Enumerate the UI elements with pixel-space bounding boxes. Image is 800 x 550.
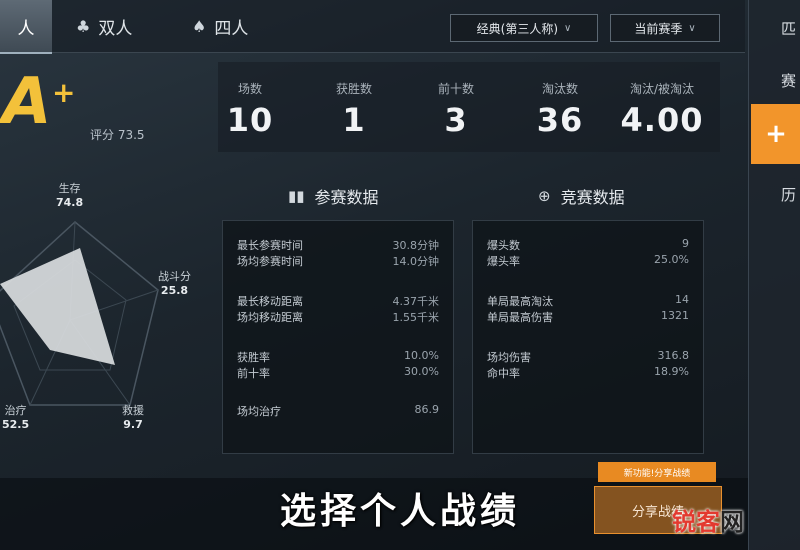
mode-dropdown-value: 经典(第三人称) bbox=[476, 21, 559, 36]
mode-tab-bar: 人 ♣ 双人 ♠ 四人 经典(第三人称) ∨ 当前赛季 ∨ bbox=[0, 0, 745, 54]
section-title: 参赛数据 bbox=[314, 188, 379, 207]
sidebar-item-label: 历 bbox=[781, 186, 797, 204]
row-key: 场均移动距离 bbox=[237, 311, 303, 324]
row-key: 前十率 bbox=[237, 367, 270, 380]
radar-label-name: 战斗分 bbox=[158, 270, 191, 283]
row-key: 爆头数 bbox=[487, 239, 520, 252]
radar-label-name: 救援 bbox=[122, 404, 144, 417]
stat-label: 前十数 bbox=[437, 82, 474, 96]
row-key: 最长移动距离 bbox=[237, 295, 303, 308]
sidebar-item-history[interactable]: 历 bbox=[749, 184, 800, 205]
radar-label-survival: 生存 74.8 bbox=[56, 182, 83, 210]
stats-bar: 场数 10 获胜数 1 前十数 3 淘汰数 36 淘汰/被淘汰 4.00 bbox=[218, 62, 720, 152]
stat-value: 36 bbox=[536, 101, 584, 139]
radar-label-name: 治疗 bbox=[4, 404, 27, 417]
stat-label: 场数 bbox=[237, 82, 262, 96]
stat-label: 淘汰数 bbox=[541, 82, 578, 96]
stat-label: 淘汰/被淘汰 bbox=[629, 82, 695, 96]
row-value: 1.55千米 bbox=[392, 311, 440, 324]
row-value: 18.9% bbox=[654, 365, 689, 378]
plus-icon: + bbox=[765, 119, 787, 149]
season-dropdown-value: 当前赛季 bbox=[634, 21, 683, 36]
watermark-part1: 锐客 bbox=[672, 508, 720, 536]
right-sidebar: 匹 赛 + 历 bbox=[748, 0, 800, 550]
chevron-down-icon: ∨ bbox=[564, 22, 572, 34]
row-value: 1321 bbox=[661, 309, 689, 322]
stat-value: 4.00 bbox=[620, 101, 704, 139]
radar-chart bbox=[0, 221, 159, 406]
grade-letter: A bbox=[2, 65, 52, 139]
crosshair-icon: ⊕ bbox=[538, 187, 551, 205]
radar-label-combat: 战斗分 25.8 bbox=[158, 270, 191, 298]
row-value: 30.8分钟 bbox=[392, 239, 440, 252]
sidebar-item-season[interactable]: 赛 bbox=[749, 70, 800, 91]
radar-label-value: 52.5 bbox=[2, 418, 30, 431]
section-title: 竞赛数据 bbox=[560, 188, 625, 207]
radar-label-value: 9.7 bbox=[123, 418, 143, 431]
stat-label: 获胜数 bbox=[335, 82, 372, 96]
radar-label-value: 74.8 bbox=[56, 196, 84, 209]
row-value: 316.8 bbox=[657, 349, 690, 362]
stat-wins: 获胜数 1 bbox=[304, 62, 404, 139]
radar-value-area bbox=[0, 248, 115, 365]
sidebar-item-label: 赛 bbox=[781, 72, 797, 90]
tab-squad[interactable]: ♠ 四人 bbox=[192, 0, 282, 52]
stat-kd: 淘汰/被淘汰 4.00 bbox=[612, 62, 712, 139]
participation-panel: 最长参赛时间 30.8分钟 场均参赛时间 14.0分钟 最长移动距离 4.37千米 场… bbox=[222, 220, 454, 454]
stat-value: 10 bbox=[226, 101, 274, 139]
sidebar-item-match[interactable]: 匹 bbox=[749, 18, 800, 39]
season-dropdown[interactable]: 当前赛季 ∨ bbox=[610, 14, 720, 42]
row-key: 最长参赛时间 bbox=[237, 239, 303, 252]
tab-solo-label: 人 bbox=[17, 18, 35, 39]
row-key: 命中率 bbox=[487, 367, 520, 380]
stat-matches: 场数 10 bbox=[200, 62, 300, 139]
stat-kills: 淘汰数 36 bbox=[510, 62, 610, 139]
score-label: 评分 73.5 bbox=[90, 128, 145, 142]
row-value: 4.37千米 bbox=[392, 295, 440, 308]
row-key: 场均治疗 bbox=[237, 405, 281, 418]
sidebar-item-label: 匹 bbox=[781, 20, 797, 38]
duo-icon: ♣ bbox=[76, 16, 91, 36]
add-button[interactable]: + bbox=[751, 104, 800, 164]
site-watermark: 锐客网 bbox=[672, 502, 744, 537]
mode-dropdown[interactable]: 经典(第三人称) ∨ bbox=[450, 14, 598, 42]
tab-squad-label: 四人 bbox=[214, 18, 249, 39]
new-feature-badge: 新功能!分享战绩 bbox=[598, 462, 716, 482]
row-value: 30.0% bbox=[404, 365, 439, 378]
row-value: 14.0分钟 bbox=[392, 255, 440, 268]
tab-solo[interactable]: 人 bbox=[0, 0, 52, 54]
row-value: 14 bbox=[675, 293, 689, 306]
row-value: 86.9 bbox=[414, 403, 440, 416]
section-participation[interactable]: ▮▮ 参赛数据 bbox=[288, 184, 379, 208]
radar-label-rescue: 救援 9.7 bbox=[122, 404, 144, 432]
row-key: 爆头率 bbox=[487, 255, 520, 268]
stat-value: 1 bbox=[342, 101, 366, 139]
combat-panel: 爆头数 9 爆头率 25.0% 单局最高淘汰 14 单局最高伤害 1321 场均伤害 31… bbox=[472, 220, 704, 454]
row-value: 10.0% bbox=[404, 349, 439, 362]
stat-value: 3 bbox=[444, 101, 468, 139]
tab-duo-label: 双人 bbox=[98, 18, 133, 39]
row-value: 9 bbox=[682, 237, 689, 250]
row-key: 获胜率 bbox=[237, 351, 270, 364]
row-value: 25.0% bbox=[654, 253, 689, 266]
radar-label-name: 生存 bbox=[58, 182, 81, 195]
row-key: 场均伤害 bbox=[487, 351, 531, 364]
stat-top10: 前十数 3 bbox=[406, 62, 506, 139]
row-key: 单局最高伤害 bbox=[487, 311, 553, 324]
bar-chart-icon: ▮▮ bbox=[288, 187, 305, 205]
radar-label-heal: 治疗 52.5 bbox=[2, 404, 29, 432]
radar-label-value: 25.8 bbox=[160, 284, 189, 297]
chevron-down-icon: ∨ bbox=[688, 22, 696, 34]
section-combat[interactable]: ⊕ 竞赛数据 bbox=[538, 184, 625, 208]
grade-plus: + bbox=[52, 76, 76, 109]
watermark-part2: 网 bbox=[720, 508, 744, 536]
tab-duo[interactable]: ♣ 双人 bbox=[76, 0, 166, 52]
row-key: 单局最高淘汰 bbox=[487, 295, 553, 308]
squad-icon: ♠ bbox=[192, 16, 207, 36]
row-key: 场均参赛时间 bbox=[237, 255, 303, 268]
